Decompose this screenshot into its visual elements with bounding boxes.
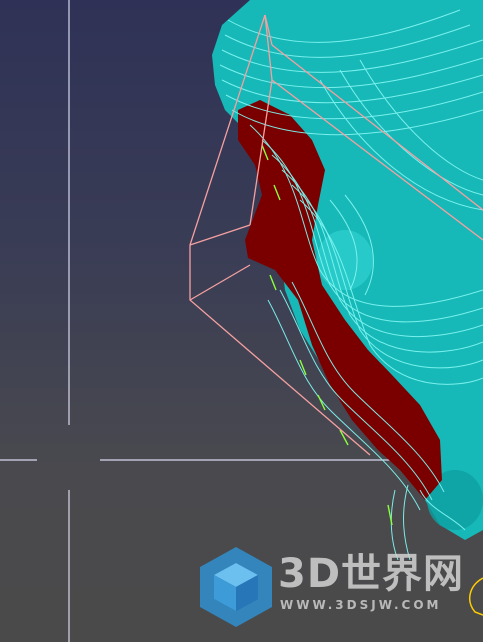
watermark-url: WWW.3DSJW.COM	[280, 598, 442, 612]
watermark-brand: 3D世界网	[278, 551, 465, 597]
3d-cad-viewport[interactable]: 3D世界网 WWW.3DSJW.COM	[0, 0, 483, 642]
scene-svg[interactable]	[0, 0, 483, 642]
watermark: 3D世界网 WWW.3DSJW.COM	[200, 548, 483, 628]
model-surface[interactable]	[212, 0, 483, 540]
